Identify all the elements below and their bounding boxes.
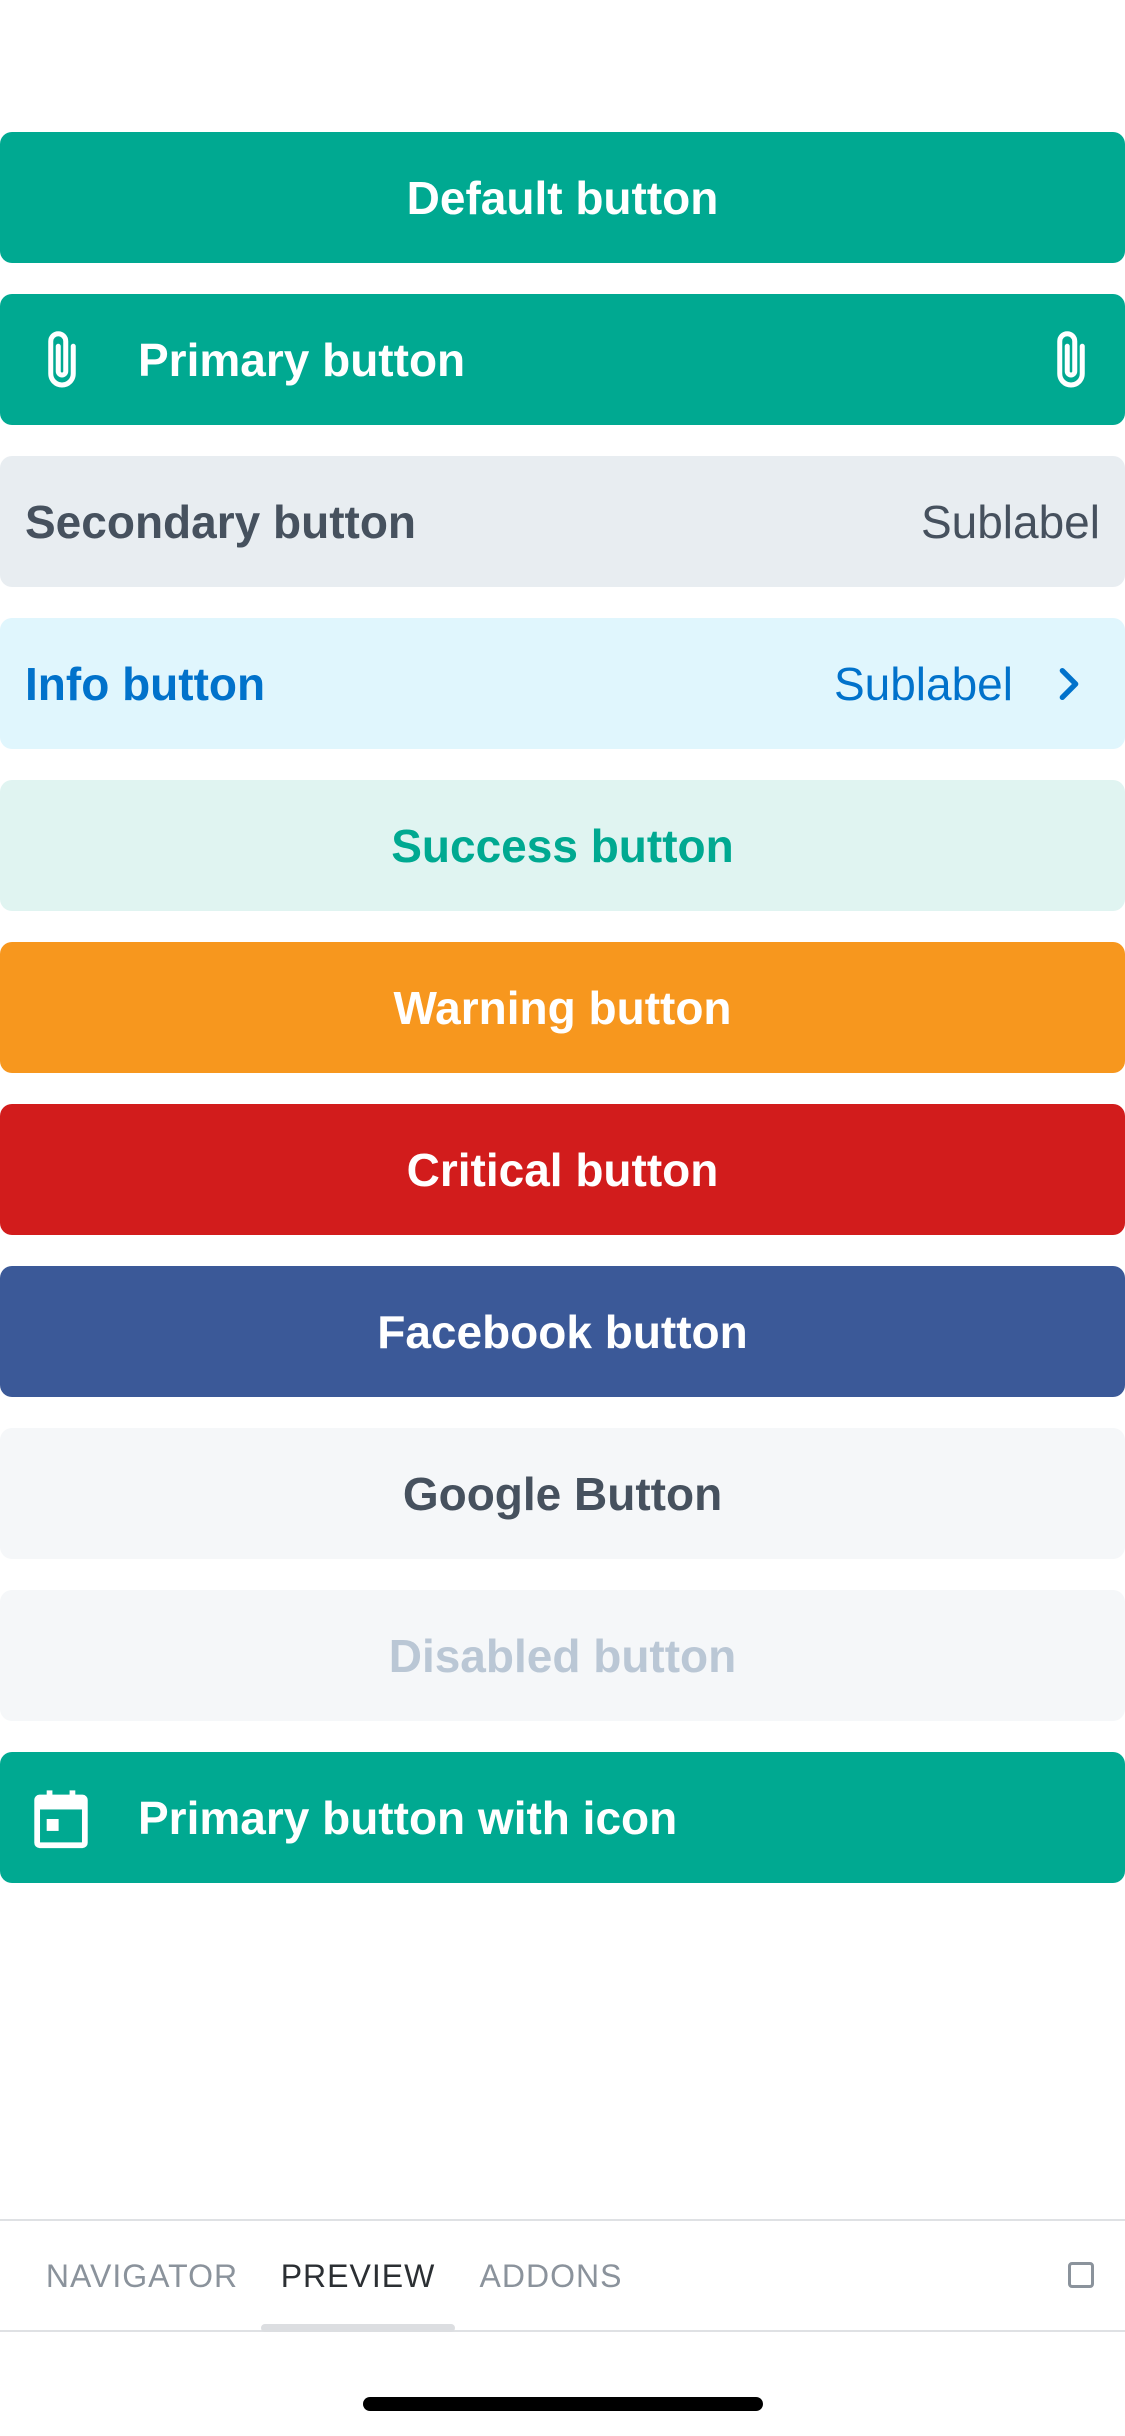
chevron-right-icon: [1059, 668, 1079, 700]
primary-button-with-icon-label: Primary button with icon: [138, 1791, 678, 1844]
primary-button[interactable]: Primary button: [0, 294, 1125, 425]
default-button-label: Default button: [406, 171, 719, 224]
secondary-button-label: Secondary button: [25, 495, 417, 548]
info-button-label: Info button: [25, 657, 266, 710]
google-button-label: Google Button: [402, 1467, 723, 1520]
calendar-icon: [34, 1790, 88, 1849]
primary-button-with-icon[interactable]: Primary button with icon: [0, 1752, 1125, 1883]
success-button[interactable]: Success button: [0, 780, 1125, 911]
paperclip-icon: [48, 331, 76, 388]
warning-button-label: Warning button: [393, 981, 732, 1034]
disabled-button-label: Disabled button: [388, 1629, 737, 1682]
critical-button[interactable]: Critical button: [0, 1104, 1125, 1235]
button-list: Default button Primary button Secondary …: [0, 132, 1125, 1914]
facebook-button-label: Facebook button: [377, 1305, 748, 1358]
tab-addons[interactable]: ADDONS: [460, 2221, 642, 2332]
default-button[interactable]: Default button: [0, 132, 1125, 263]
warning-button[interactable]: Warning button: [0, 942, 1125, 1073]
home-indicator: [363, 2397, 763, 2411]
tab-preview[interactable]: PREVIEW: [261, 2221, 455, 2332]
panel-toggle-icon[interactable]: [1068, 2262, 1094, 2288]
info-button-sublabel: Sublabel: [833, 657, 1013, 710]
disabled-button: Disabled button: [0, 1590, 1125, 1721]
critical-button-label: Critical button: [406, 1143, 719, 1196]
secondary-button[interactable]: Secondary button Sublabel: [0, 456, 1125, 587]
success-button-label: Success button: [391, 819, 734, 872]
secondary-button-sublabel: Sublabel: [920, 495, 1100, 548]
facebook-button[interactable]: Facebook button: [0, 1266, 1125, 1397]
info-button[interactable]: Info button Sublabel: [0, 618, 1125, 749]
primary-button-label: Primary button: [138, 333, 466, 386]
tab-navigator[interactable]: NAVIGATOR: [26, 2221, 258, 2332]
paperclip-icon: [1057, 331, 1085, 388]
bottom-tab-bar: NAVIGATOR PREVIEW ADDONS: [0, 2219, 1125, 2332]
google-button[interactable]: Google Button: [0, 1428, 1125, 1559]
